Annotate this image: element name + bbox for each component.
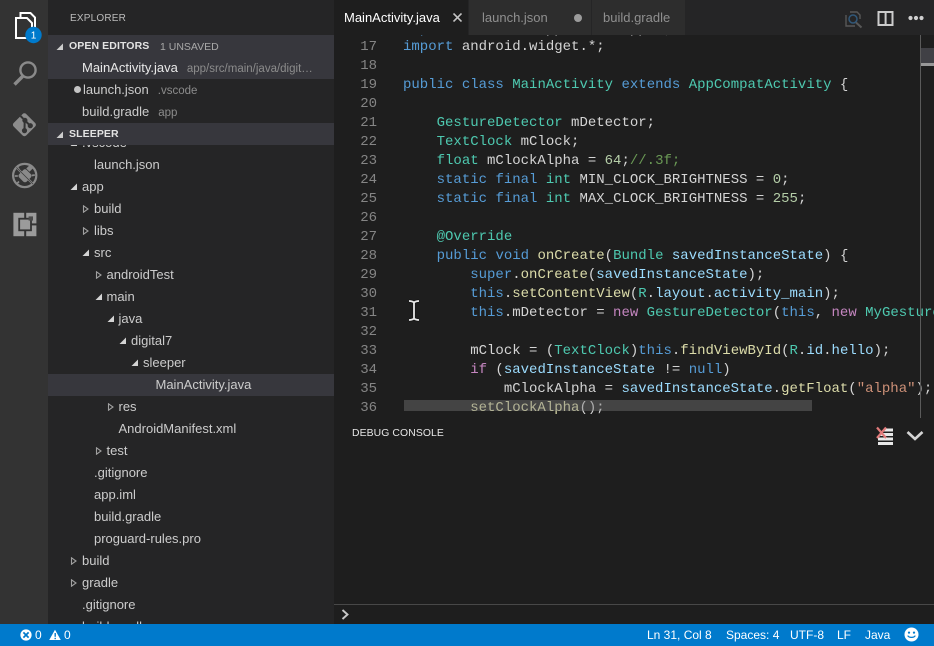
svg-text:1: 1 [31,31,37,42]
